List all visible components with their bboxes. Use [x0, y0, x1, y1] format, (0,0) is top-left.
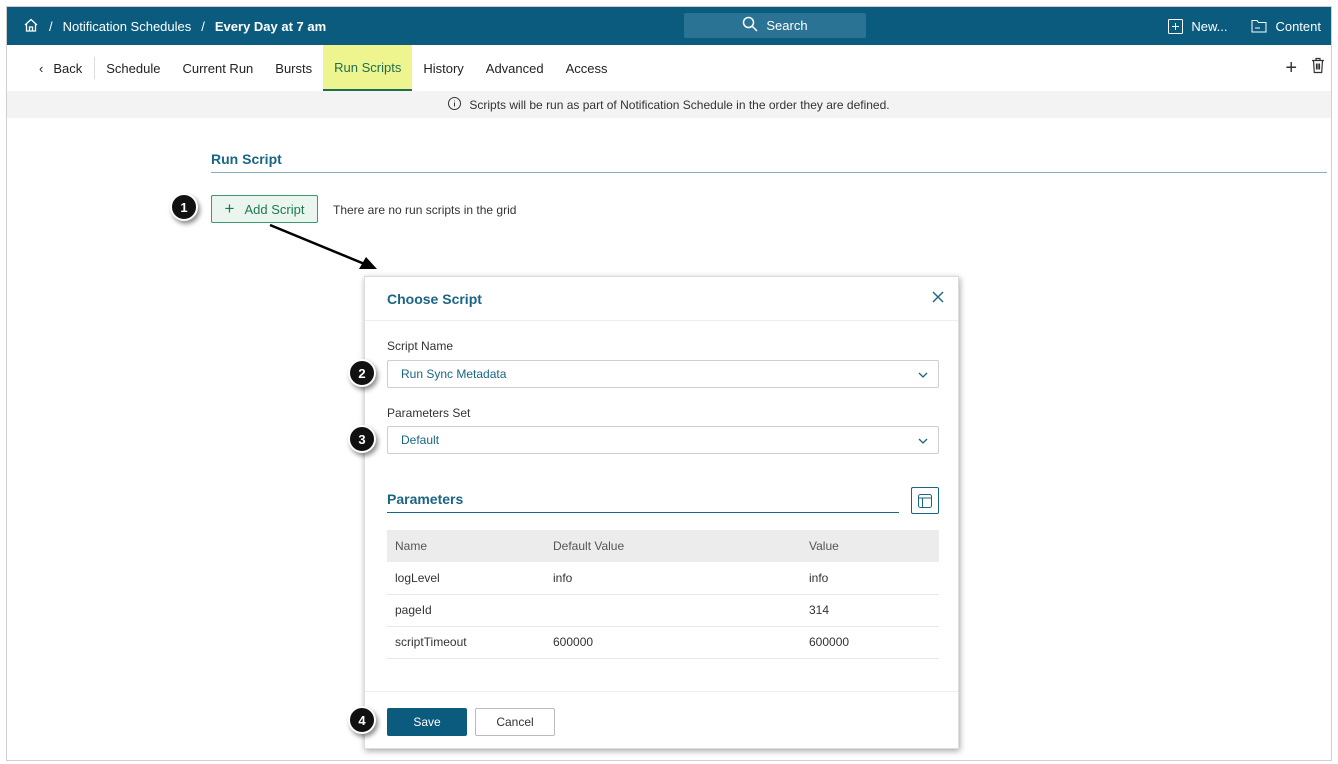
param-default: 600000 [545, 626, 801, 659]
table-row: scriptTimeout 600000 600000 [387, 626, 939, 659]
layout-icon [918, 493, 932, 508]
param-value[interactable]: 314 [801, 594, 939, 627]
column-name[interactable]: Name [387, 530, 545, 562]
step-badge-3: 3 [348, 425, 376, 453]
parameters-title: Parameters [387, 491, 899, 513]
parameters-table: Name Default Value Value logLevel info inf… [387, 530, 939, 659]
step-badge-4: 4 [348, 706, 376, 734]
close-icon[interactable] [932, 290, 944, 308]
table-row: pageId 314 [387, 594, 939, 627]
script-name-label: Script Name [387, 339, 454, 353]
dialog-footer: Save Cancel [365, 691, 958, 749]
chevron-down-icon [918, 433, 928, 447]
param-default [545, 594, 801, 627]
dialog-title: Choose Script [387, 290, 482, 307]
column-layout-button[interactable] [911, 487, 939, 514]
column-value[interactable]: Value [801, 530, 939, 562]
step-badge-1: 1 [170, 193, 198, 221]
app-window: / Notification Schedules / Every Day at … [6, 6, 1332, 761]
save-button[interactable]: Save [387, 708, 467, 736]
script-name-value: Run Sync Metadata [401, 367, 507, 381]
step-badge-2: 2 [348, 359, 376, 387]
arrow-annotation [269, 223, 377, 269]
param-name: pageId [387, 594, 545, 627]
param-value[interactable]: 600000 [801, 626, 939, 659]
chevron-down-icon [918, 367, 928, 381]
param-name: scriptTimeout [387, 626, 545, 659]
column-default-value[interactable]: Default Value [545, 530, 801, 562]
param-value[interactable]: info [801, 562, 939, 595]
parameters-set-value: Default [401, 433, 440, 447]
script-name-select[interactable]: Run Sync Metadata [387, 360, 939, 388]
param-default: info [545, 562, 801, 595]
parameters-set-select[interactable]: Default [387, 426, 939, 454]
parameters-set-label: Parameters Set [387, 406, 471, 420]
cancel-button[interactable]: Cancel [475, 708, 555, 736]
param-name: logLevel [387, 562, 545, 595]
choose-script-dialog: Choose Script Script Name Run Sync Metad… [364, 276, 959, 749]
table-row: logLevel info info [387, 562, 939, 595]
